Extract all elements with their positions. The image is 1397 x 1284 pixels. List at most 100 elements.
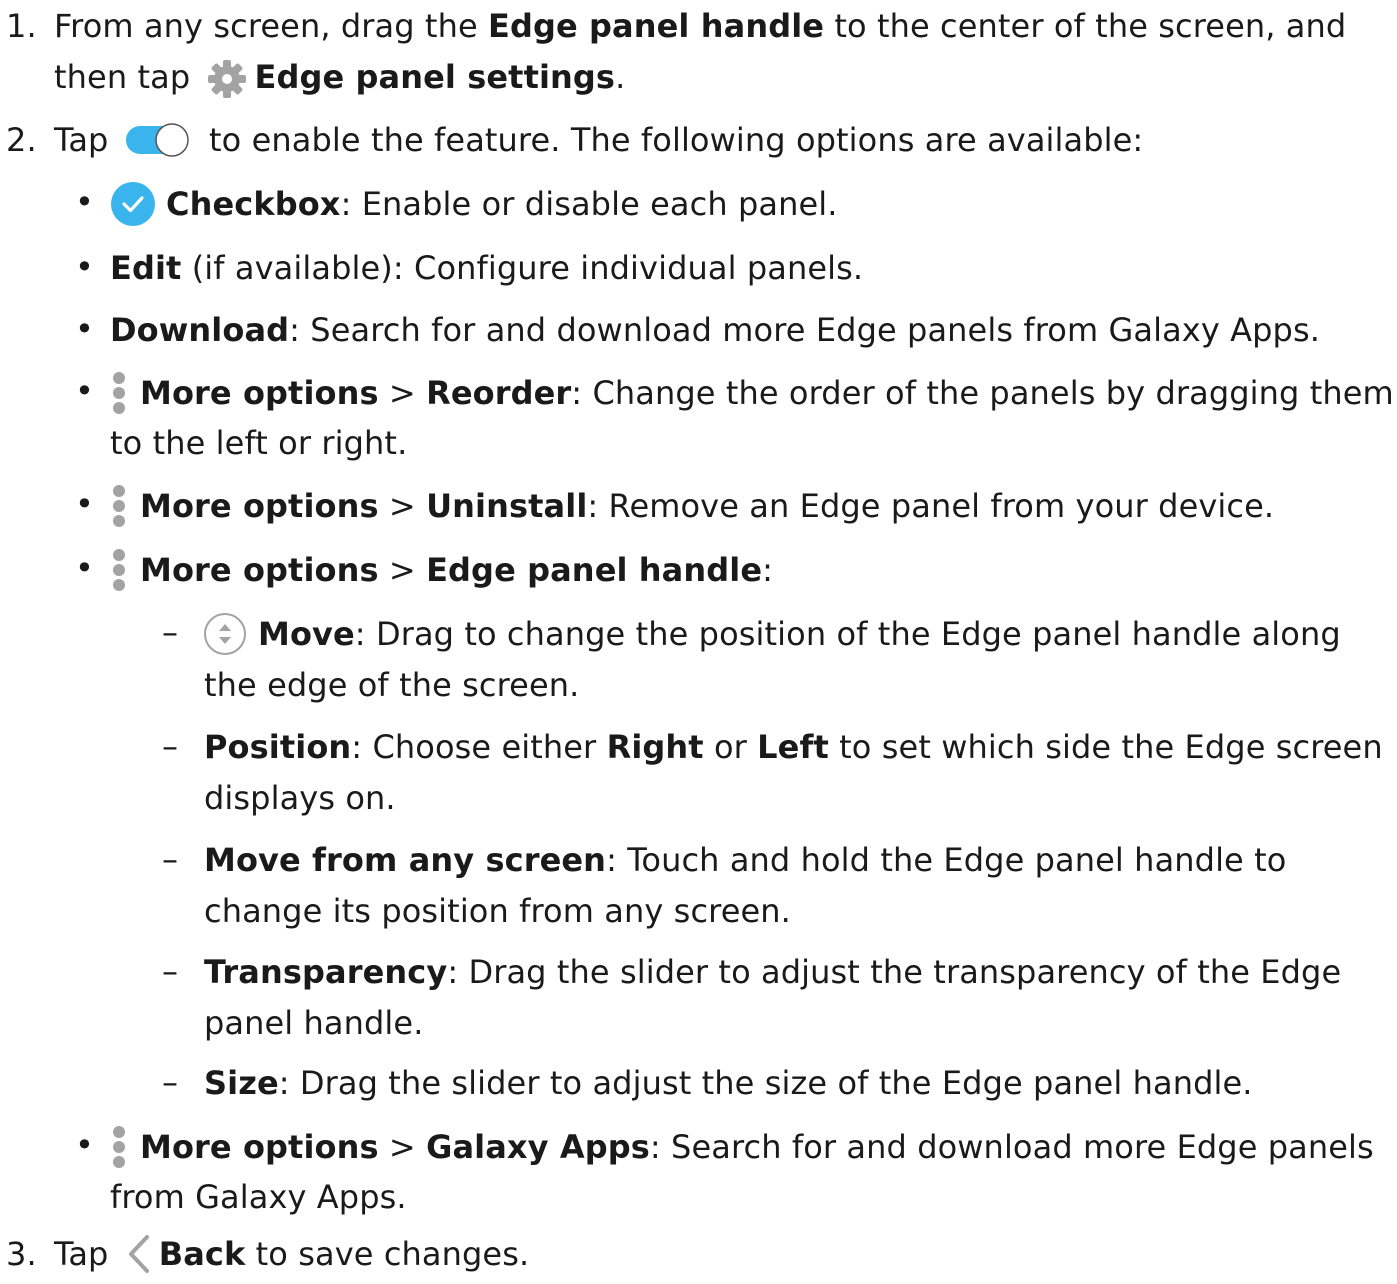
- dash-move-any: –: [162, 840, 178, 878]
- toggle-on-icon: [125, 122, 191, 158]
- move-desc-cont: the edge of the screen.: [204, 666, 580, 704]
- checkbox-label: Checkbox: [166, 185, 341, 223]
- step-1-text-line-2: then tap Edge panel settings.: [54, 57, 625, 101]
- position-label: Position: [204, 728, 352, 766]
- uninstall-sep: >: [378, 487, 427, 525]
- step-1-text: From any screen, drag the: [54, 7, 489, 45]
- option-uninstall: More options > Uninstall: Remove an Edge…: [110, 485, 1274, 531]
- handle-position-line-1: Position: Choose either Right or Left to…: [204, 727, 1383, 767]
- galaxy-desc-cont: from Galaxy Apps.: [110, 1178, 407, 1216]
- step-2-text-line: Tap to enable the feature. The following…: [54, 120, 1143, 160]
- step-1-edge-panel-handle: Edge panel handle: [488, 7, 825, 45]
- step-3-back: Back: [158, 1235, 246, 1273]
- edit-label: Edit: [110, 249, 182, 287]
- step-1-then-tap: then tap: [54, 58, 201, 96]
- step-2-number: 2.: [6, 121, 37, 159]
- bullet-edit: •: [75, 248, 94, 286]
- position-right: Right: [606, 728, 704, 766]
- reorder-sep: >: [378, 374, 427, 412]
- edit-desc: (if available): Configure individual pan…: [181, 249, 864, 287]
- move-any-desc: : Touch and hold the Edge panel handle t…: [606, 841, 1287, 879]
- reorder-label: Reorder: [426, 374, 572, 412]
- position-desc: : Choose either: [351, 728, 607, 766]
- step-1-line-1: 1.: [6, 6, 37, 46]
- option-galaxy-line-1: More options > Galaxy Apps: Search for a…: [110, 1126, 1374, 1172]
- galaxy-desc: : Search for and download more Edge pane…: [649, 1128, 1374, 1166]
- handle-colon: :: [762, 551, 774, 589]
- step-2-tap: Tap: [54, 121, 119, 159]
- option-edit: Edit (if available): Configure individua…: [110, 248, 863, 288]
- dash-size: –: [162, 1063, 178, 1101]
- step-2-number-line: 2.: [6, 120, 37, 160]
- handle-label: Edge panel handle: [426, 551, 763, 589]
- option-handle: More options > Edge panel handle:: [110, 549, 773, 595]
- step-1-text-cont: to the center of the screen, and: [824, 7, 1347, 45]
- galaxy-label: Galaxy Apps: [426, 1128, 650, 1166]
- bullet-download: •: [75, 310, 94, 348]
- step-2-text: to enable the feature. The following opt…: [198, 121, 1144, 159]
- bullet-handle: •: [75, 549, 94, 587]
- more-options-icon: [110, 1124, 128, 1170]
- handle-move-any-line-1: Move from any screen: Touch and hold the…: [204, 840, 1286, 880]
- option-galaxy-line-2: from Galaxy Apps.: [110, 1177, 407, 1217]
- uninstall-more-options: More options: [140, 487, 379, 525]
- position-left: Left: [757, 728, 829, 766]
- handle-move-line-1: Move: Drag to change the position of the…: [202, 613, 1341, 659]
- position-desc-cont: to set which side the Edge screen: [828, 728, 1383, 766]
- size-label: Size: [204, 1064, 279, 1102]
- handle-more-options: More options: [140, 551, 379, 589]
- step-1-period: .: [615, 58, 626, 96]
- option-download: Download: Search for and download more E…: [110, 310, 1320, 350]
- reorder-desc-cont: to the left or right.: [110, 424, 408, 462]
- more-options-icon: [110, 483, 128, 529]
- document-page: 1. From any screen, drag the Edge panel …: [0, 0, 1397, 1278]
- move-arrows-icon: [202, 611, 248, 657]
- uninstall-label: Uninstall: [426, 487, 588, 525]
- position-or: or: [703, 728, 758, 766]
- back-chevron-icon: [123, 1233, 153, 1275]
- size-desc: : Drag the slider to adjust the size of …: [278, 1064, 1253, 1102]
- handle-transparency-line-2: panel handle.: [204, 1003, 424, 1043]
- option-reorder-line-2: to the left or right.: [110, 423, 407, 463]
- galaxy-sep: >: [378, 1128, 427, 1166]
- handle-size: Size: Drag the slider to adjust the size…: [204, 1063, 1253, 1103]
- bullet-galaxy: •: [75, 1126, 94, 1164]
- position-desc-end: displays on.: [204, 779, 396, 817]
- download-desc: : Search for and download more Edge pane…: [289, 311, 1321, 349]
- step-3-number-line: 3.: [6, 1234, 37, 1274]
- step-3-tap: Tap: [54, 1235, 119, 1273]
- transparency-desc-cont: panel handle.: [204, 1004, 424, 1042]
- step-1-text-line-1: From any screen, drag the Edge panel han…: [54, 6, 1346, 46]
- bullet-reorder: •: [75, 372, 94, 410]
- dash-position: –: [162, 727, 178, 765]
- uninstall-desc: : Remove an Edge panel from your device.: [587, 487, 1275, 525]
- move-any-label: Move from any screen: [204, 841, 607, 879]
- step-1-number: 1.: [6, 7, 37, 45]
- handle-move-line-2: the edge of the screen.: [204, 665, 579, 705]
- bullet-uninstall: •: [75, 485, 94, 523]
- checkbox-desc: : Enable or disable each panel.: [340, 185, 838, 223]
- gear-icon: [205, 57, 249, 101]
- download-label: Download: [110, 311, 290, 349]
- step-3-number: 3.: [6, 1235, 37, 1273]
- move-desc: : Drag to change the position of the Edg…: [354, 615, 1341, 653]
- move-label: Move: [258, 615, 355, 653]
- option-checkbox: Checkbox: Enable or disable each panel.: [110, 181, 838, 229]
- more-options-icon: [110, 370, 128, 416]
- dash-transparency: –: [162, 952, 178, 990]
- handle-position-line-2: displays on.: [204, 778, 396, 818]
- handle-move-any-line-2: change its position from any screen.: [204, 891, 791, 931]
- option-reorder-line-1: More options > Reorder: Change the order…: [110, 372, 1394, 418]
- handle-transparency-line-1: Transparency: Drag the slider to adjust …: [204, 952, 1341, 992]
- galaxy-more-options: More options: [140, 1128, 379, 1166]
- dash-move: –: [162, 613, 178, 651]
- transparency-desc: : Drag the slider to adjust the transpar…: [447, 953, 1342, 991]
- reorder-more-options: More options: [140, 374, 379, 412]
- bullet-checkbox: •: [75, 183, 94, 221]
- transparency-label: Transparency: [204, 953, 448, 991]
- step-1-edge-panel-settings: Edge panel settings: [254, 58, 616, 96]
- handle-sep: >: [378, 551, 427, 589]
- more-options-icon: [110, 547, 128, 593]
- checkbox-checked-icon: [110, 181, 156, 227]
- step-3-text: to save changes.: [245, 1235, 530, 1273]
